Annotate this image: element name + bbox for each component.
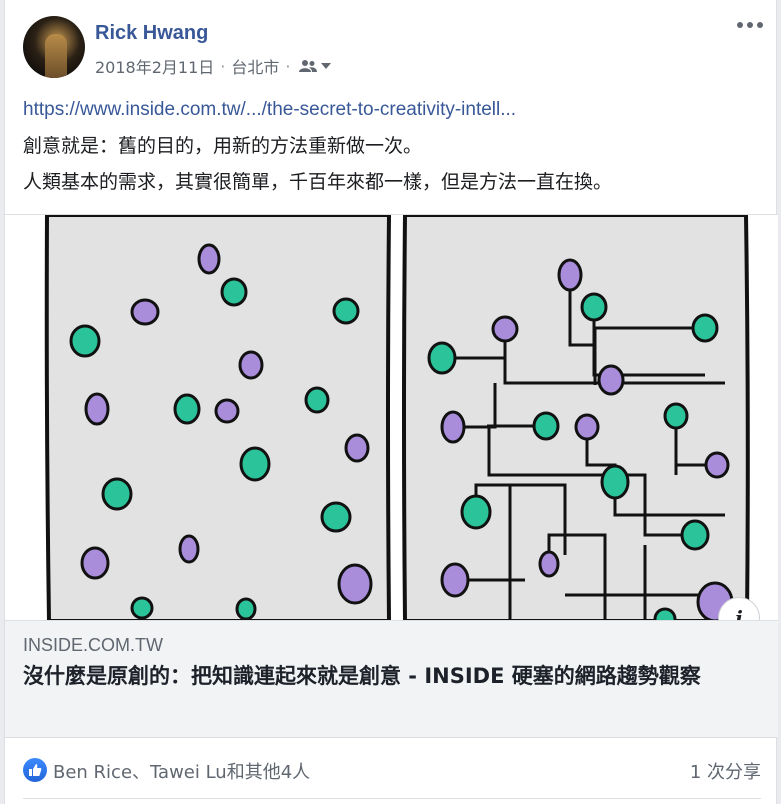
link-preview-image[interactable] — [5, 214, 778, 620]
dot — [538, 550, 560, 578]
dot — [178, 534, 200, 564]
dot — [239, 446, 271, 482]
divider — [23, 798, 761, 799]
avatar[interactable] — [23, 16, 85, 78]
reactions-bar: Ben Rice、Tawei Lu和其他4人 1 次分享 — [23, 754, 761, 786]
dot — [235, 597, 257, 620]
dot — [332, 297, 360, 325]
dot — [653, 607, 677, 620]
dot — [173, 393, 201, 425]
dot — [238, 350, 264, 380]
post-header: Rick Hwang 2018年2月11日 · 台北市 · — [23, 16, 763, 80]
link-title[interactable]: 沒什麼是原創的：把知識連起來就是創意 - INSIDE 硬塞的網路趨勢觀察 — [23, 661, 753, 692]
more-options-button[interactable] — [737, 22, 763, 28]
author-name[interactable]: Rick Hwang — [95, 22, 208, 45]
dot — [80, 546, 110, 580]
post-meta: 2018年2月11日 · 台北市 · — [95, 54, 332, 78]
dot — [580, 292, 608, 322]
creativity-illustration — [5, 215, 778, 620]
post-location[interactable]: 台北市 — [231, 54, 279, 78]
dot — [600, 464, 630, 500]
link-domain: INSIDE.COM.TW — [23, 635, 163, 655]
dot — [680, 519, 710, 551]
dot — [427, 341, 457, 375]
dot — [663, 402, 689, 430]
dot — [197, 243, 221, 275]
reactors-text[interactable]: Ben Rice、Tawei Lu和其他4人 — [53, 758, 310, 784]
dot — [130, 298, 160, 326]
dot — [84, 392, 110, 426]
post-date[interactable]: 2018年2月11日 — [95, 54, 214, 78]
dot — [220, 277, 248, 307]
like-reaction-badge[interactable] — [23, 758, 47, 782]
dot — [101, 477, 133, 511]
thumbs-up-icon — [29, 764, 42, 776]
dot — [691, 313, 719, 343]
share-count[interactable]: 1 次分享 — [690, 758, 761, 784]
post-text-line-1: 創意就是：舊的目的，用新的方法重新做一次。 — [23, 135, 423, 157]
dot — [440, 410, 466, 444]
dot — [337, 563, 373, 605]
dot — [460, 494, 492, 530]
dot — [597, 364, 625, 396]
post-text-line-2: 人類基本的需求，其實很簡單，千百年來都一樣，但是方法一直在換。 — [23, 171, 613, 193]
dot — [557, 258, 583, 292]
link-preview-box[interactable]: INSIDE.COM.TW 沒什麼是原創的：把知識連起來就是創意 - INSID… — [5, 620, 778, 738]
dot — [704, 451, 730, 479]
dot — [491, 315, 519, 343]
meta-separator: · — [220, 56, 226, 76]
more-horizontal-icon — [737, 22, 743, 28]
caret-down-icon — [321, 63, 332, 69]
dot — [130, 596, 154, 620]
post-link[interactable]: https://www.inside.com.tw/.../the-secret… — [23, 92, 763, 128]
dot — [304, 386, 330, 414]
friends-icon — [299, 60, 318, 72]
dot — [574, 413, 600, 441]
post-body: https://www.inside.com.tw/.../the-secret… — [23, 92, 763, 200]
meta-separator-2: · — [285, 56, 291, 76]
post-card: Rick Hwang 2018年2月11日 · 台北市 · https://ww… — [4, 0, 778, 804]
dot — [440, 562, 470, 598]
dot — [214, 398, 240, 424]
audience-selector[interactable] — [298, 59, 332, 73]
dot — [69, 324, 101, 358]
dot — [532, 411, 560, 441]
dot — [320, 501, 352, 533]
dot — [344, 433, 370, 463]
